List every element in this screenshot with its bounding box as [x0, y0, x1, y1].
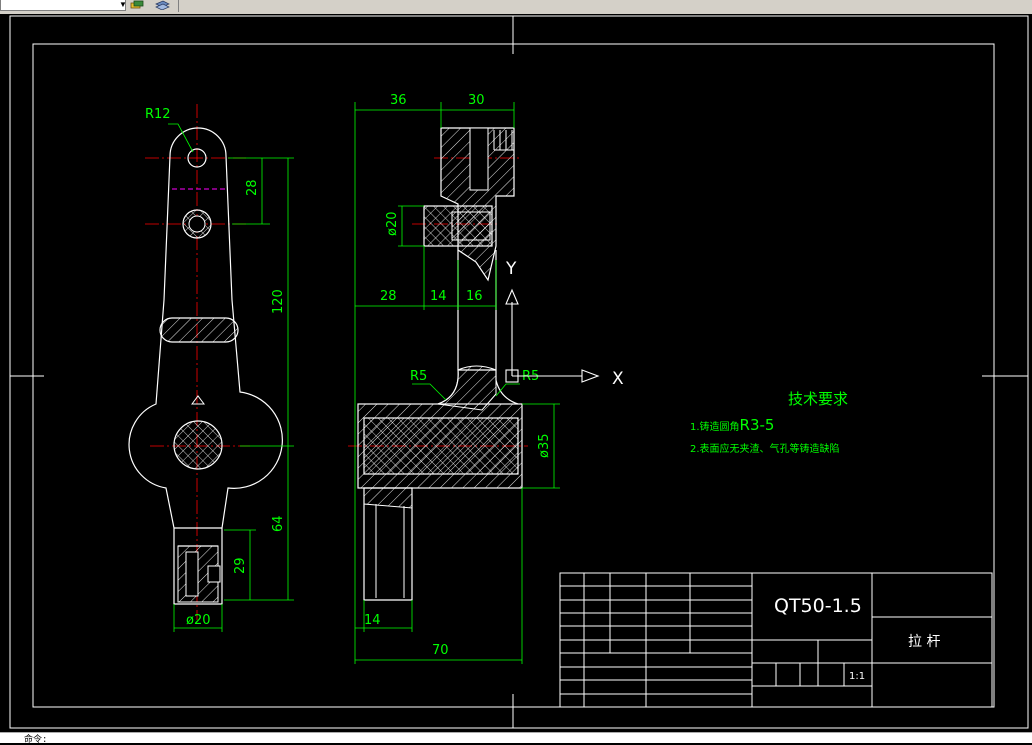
dim-14-side-a: 14: [430, 289, 447, 304]
dim-28-side: 28: [380, 289, 397, 304]
side-hub-bore: [363, 417, 519, 475]
ucs-y-label: Y: [505, 259, 517, 279]
sheet-border: [9, 15, 1029, 729]
dim-36: 36: [390, 93, 407, 108]
front-view: R12 28 120 64 29 ø20: [128, 104, 294, 632]
tech-req-line-2: 2.表面应无夹渣、气孔等铸造缺陷: [690, 442, 840, 455]
cad-toolbar: ▼: [0, 0, 1032, 15]
side-lower-hatch: [363, 487, 413, 509]
front-view-centerlines: [145, 104, 250, 620]
dim-30: 30: [468, 93, 485, 108]
dim-dia35: ø35: [537, 434, 552, 459]
ucs-x-label: X: [612, 369, 624, 389]
tech-req-title: 技术要求: [788, 390, 848, 408]
command-line[interactable]: 命令:: [0, 732, 1032, 745]
dim-120: 120: [271, 289, 286, 314]
title-scale: 1:1: [849, 671, 865, 682]
dim-16: 16: [466, 289, 483, 304]
dim-dia20-front: ø20: [186, 613, 211, 628]
technical-requirements: 技术要求 1.铸造圆角R3-5 2.表面应无夹渣、气孔等铸造缺陷: [690, 390, 848, 455]
front-view-outline: [128, 127, 283, 605]
centering-marks: [10, 16, 1028, 728]
title-part-name: 拉 杆: [908, 634, 940, 650]
side-mid-bore-inner: [451, 211, 491, 241]
dim-r12: R12: [145, 107, 171, 122]
dim-r5-left: R5: [410, 369, 427, 384]
hub-bore-hatch: [173, 420, 223, 470]
title-material: QT50-1.5: [774, 595, 862, 617]
boss-notch: [191, 395, 205, 405]
dim-70: 70: [432, 643, 449, 658]
lower-section: [177, 545, 221, 603]
drawing-canvas[interactable]: R12 28 120 64 29 ø20 36 30 ø20 28 14 16 …: [0, 14, 1032, 732]
dim-dia20-side: ø20: [385, 212, 400, 237]
dim-28-front: 28: [245, 179, 260, 196]
dim-29: 29: [233, 557, 248, 574]
command-prompt: 命令:: [24, 735, 48, 745]
chevron-down-icon[interactable]: ▼: [119, 0, 127, 10]
tech-req-line-1: 1.铸造圆角R3-5: [690, 416, 774, 434]
mid-bore: [188, 215, 206, 233]
layer-states-icon[interactable]: [130, 0, 144, 10]
ucs-icon[interactable]: [505, 288, 600, 383]
dim-64: 64: [271, 515, 286, 532]
layer-tools-icon[interactable]: [154, 0, 170, 10]
side-upper-bore: [469, 127, 489, 191]
dim-14-side-b: 14: [364, 613, 381, 628]
layer-dropdown[interactable]: ▼: [0, 0, 127, 11]
toolbar-separator: [178, 0, 179, 12]
side-view: 36 30 ø20 28 14 16 R5 R5 ø35 14 70: [348, 93, 560, 664]
side-fillet: [437, 365, 497, 411]
slot-section: [159, 317, 239, 343]
